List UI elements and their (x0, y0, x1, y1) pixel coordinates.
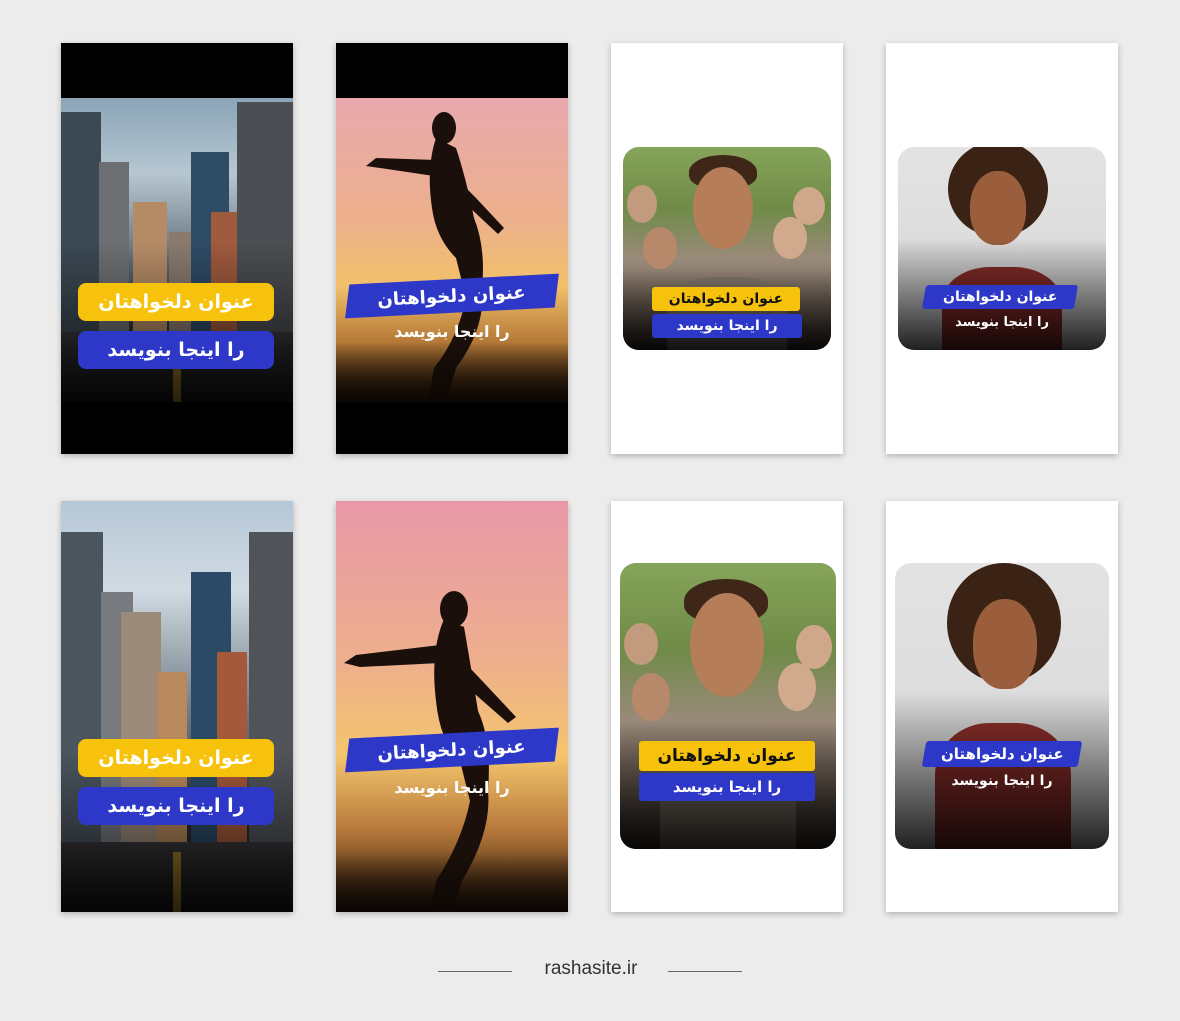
story-card-silhouette-2[interactable]: عنوان دلخواهتان را اینجا بنویسد (336, 501, 568, 912)
footer: rashasite.ir (0, 958, 1180, 984)
dancer-silhouette (344, 591, 516, 912)
title-banner: عنوان دلخواهتان (921, 741, 1083, 767)
footer-divider-left (438, 971, 512, 972)
title-pill: عنوان دلخواهتان (78, 739, 274, 777)
title-pill: عنوان دلخواهتان (78, 283, 274, 321)
woman-photo (895, 563, 1109, 849)
subtitle-text: را اینجا بنویسد (955, 315, 1049, 330)
city-photo (61, 501, 293, 912)
post-card-crowd-2[interactable]: عنوان دلخواهتان را اینجا بنویسد (611, 501, 843, 912)
subtitle-pill: را اینجا بنویسد (78, 331, 274, 369)
sunset-photo (336, 98, 568, 402)
story-card-city-2[interactable]: عنوان دلخواهتان را اینجا بنویسد (61, 501, 293, 912)
subtitle-text: را اینجا بنویسد (394, 322, 510, 341)
post-card-crowd-1[interactable]: عنوان دلخواهتان را اینجا بنویسد (611, 43, 843, 454)
subtitle-text: را اینجا بنویسد (394, 778, 510, 797)
title-banner: عنوان دلخواهتان (921, 285, 1079, 309)
subtitle-pill: را اینجا بنویسد (78, 787, 274, 825)
story-card-silhouette-1[interactable]: عنوان دلخواهتان را اینجا بنویسد (336, 43, 568, 454)
post-card-woman-2[interactable]: عنوان دلخواهتان را اینجا بنویسد (886, 501, 1118, 912)
site-url[interactable]: rashasite.ir (510, 958, 672, 980)
title-tag: عنوان دلخواهتان (639, 741, 815, 771)
title-tag: عنوان دلخواهتان (652, 287, 800, 311)
footer-divider-right (668, 971, 742, 972)
subtitle-text: را اینجا بنویسد (951, 773, 1053, 789)
subtitle-tag: را اینجا بنویسد (652, 314, 802, 338)
sunset-photo (336, 501, 568, 912)
crowd-photo (620, 563, 836, 849)
post-card-woman-1[interactable]: عنوان دلخواهتان را اینجا بنویسد (886, 43, 1118, 454)
story-card-city-1[interactable]: عنوان دلخواهتان را اینجا بنویسد (61, 43, 293, 454)
subtitle-tag: را اینجا بنویسد (639, 773, 815, 801)
